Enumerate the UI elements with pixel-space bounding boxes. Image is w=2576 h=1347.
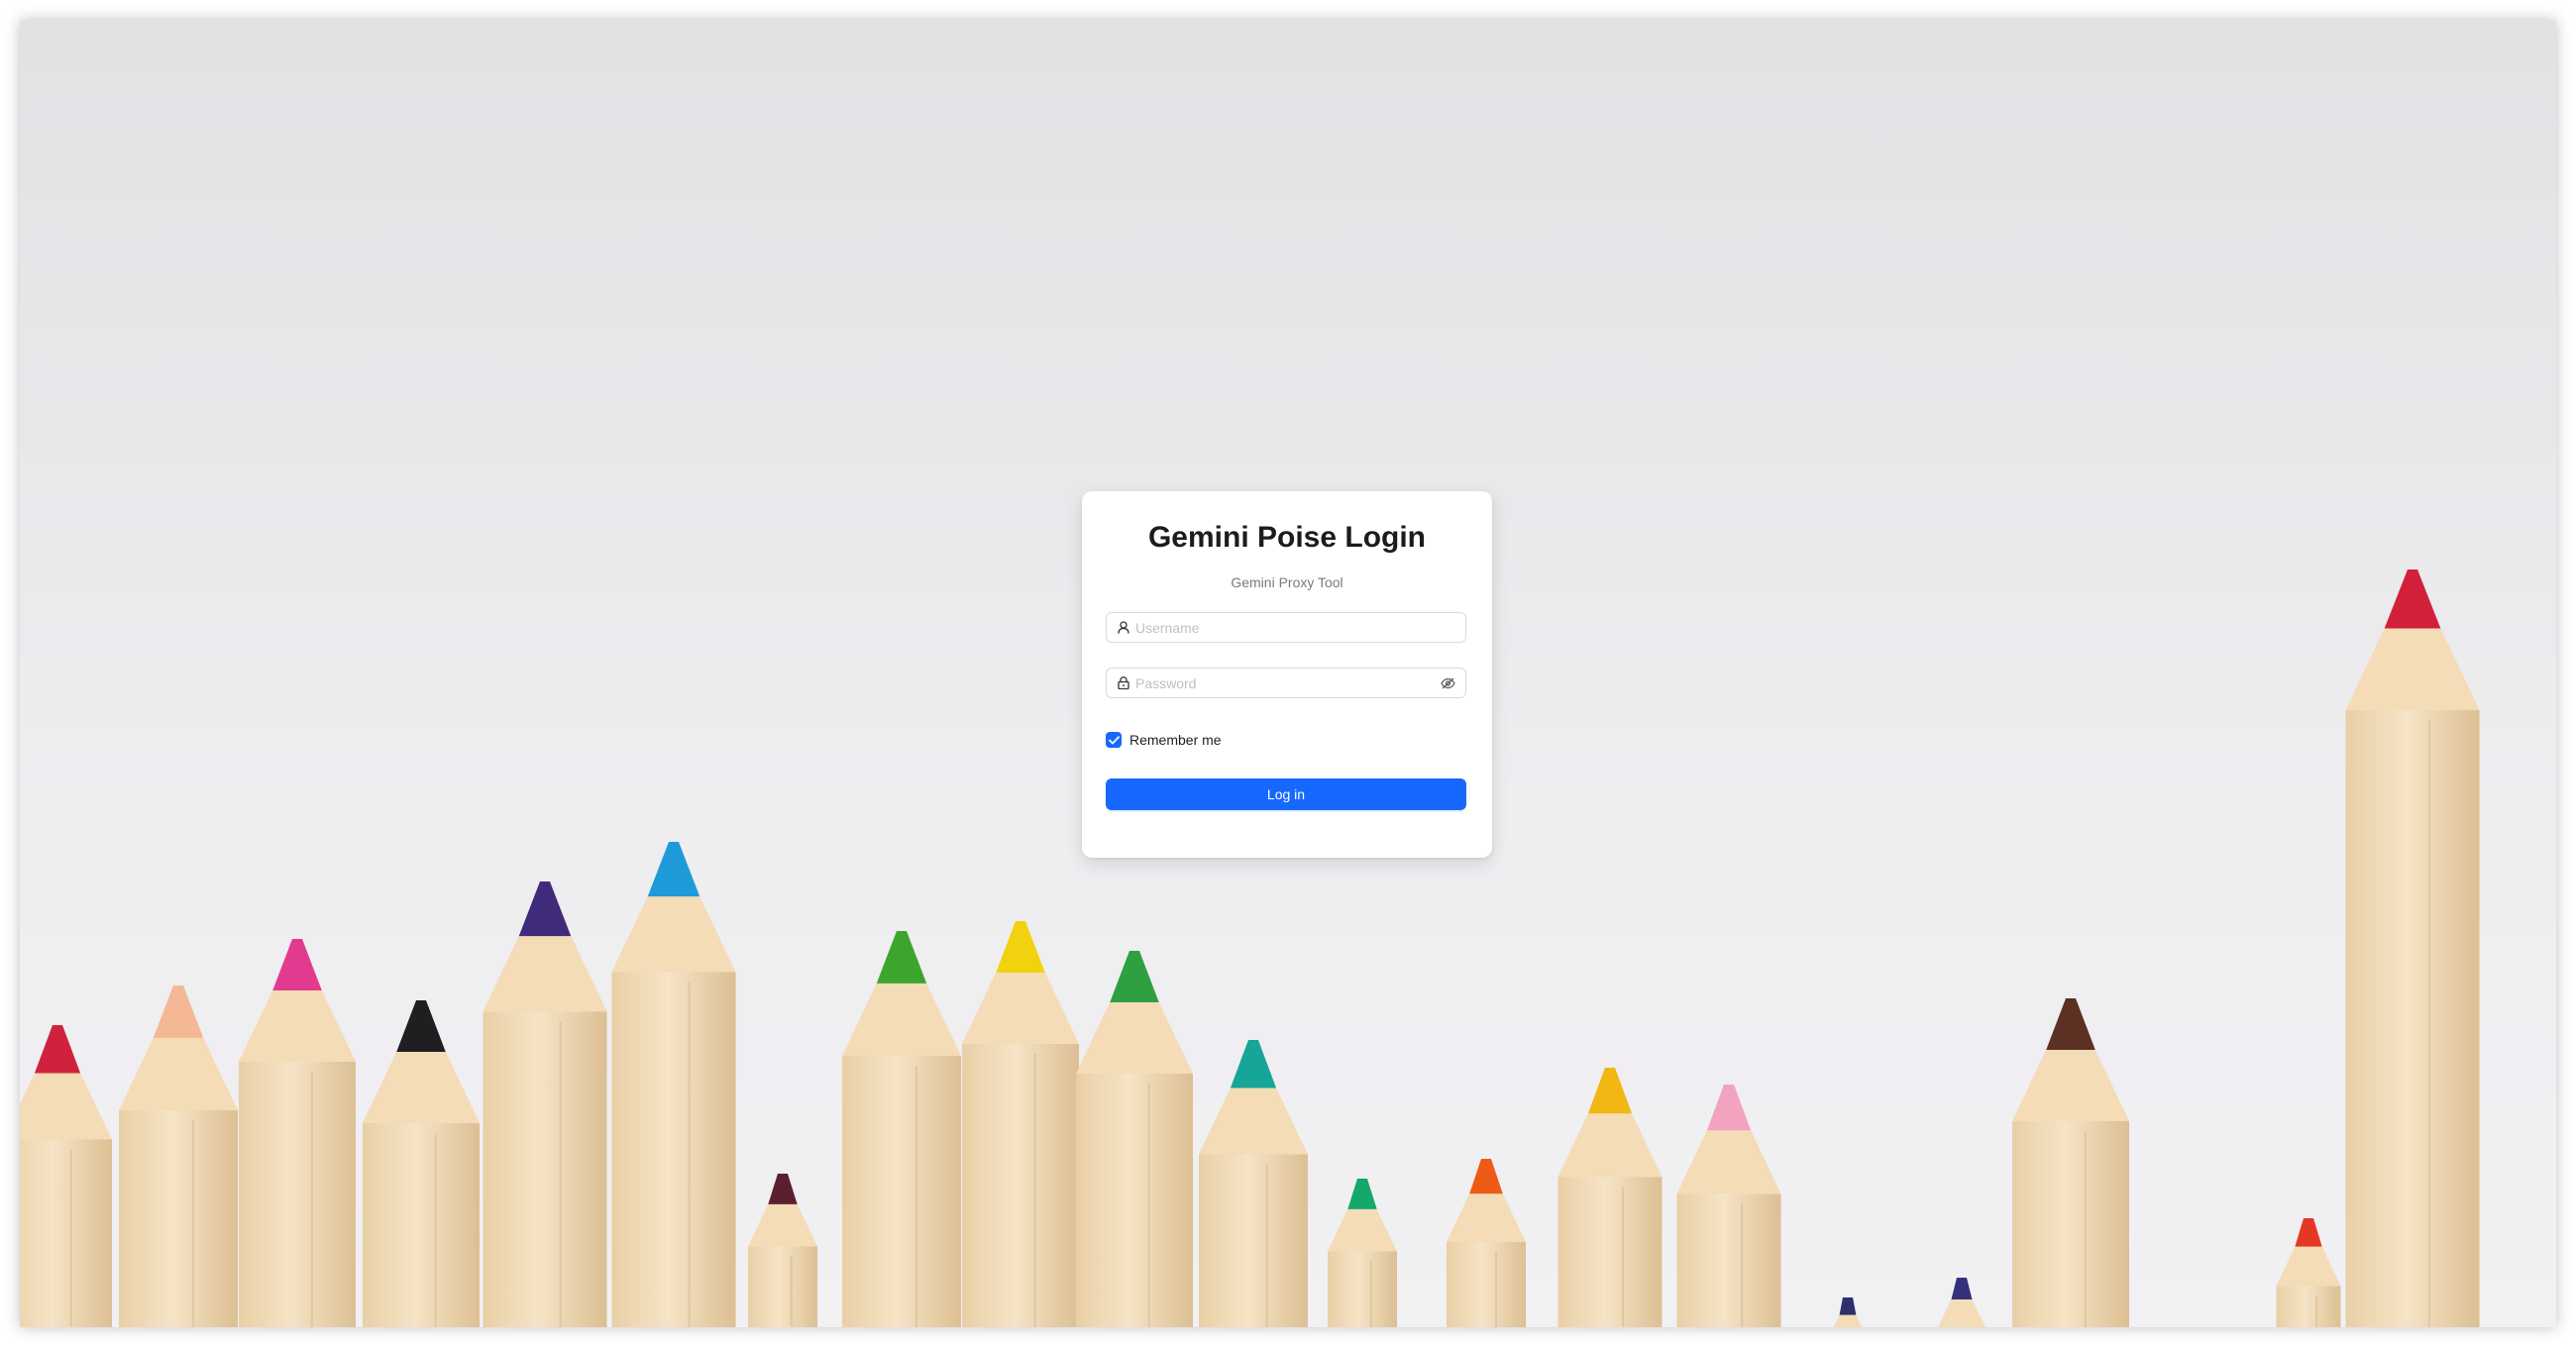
remember-me-label: Remember me <box>1129 732 1222 748</box>
login-card: Gemini Poise Login Gemini Proxy Tool Use… <box>1082 491 1492 858</box>
pencil <box>363 1000 480 1327</box>
pencil <box>1557 1068 1663 1327</box>
pencil <box>2012 998 2129 1327</box>
lock-icon <box>1117 676 1130 690</box>
pencil <box>962 921 1079 1327</box>
pencil <box>748 1174 817 1327</box>
check-icon <box>1108 735 1120 744</box>
pencil <box>1676 1085 1781 1327</box>
pencil <box>1938 1278 1986 1327</box>
pencil <box>20 1025 112 1327</box>
pencil <box>1328 1179 1397 1327</box>
username-field[interactable] <box>1106 612 1466 643</box>
pencil <box>1447 1159 1526 1327</box>
password-input[interactable] <box>1135 672 1440 694</box>
login-title: Gemini Poise Login <box>1147 521 1427 554</box>
pencil <box>2345 570 2480 1327</box>
app-window: Gemini Poise Login Gemini Proxy Tool Use… <box>20 20 2556 1327</box>
pencil <box>239 939 356 1327</box>
pencil <box>1833 1297 1863 1327</box>
remember-me-checkbox-row[interactable]: Remember me <box>1106 732 1222 748</box>
login-button[interactable]: Log in <box>1106 778 1466 810</box>
pencil <box>1199 1040 1308 1327</box>
user-icon <box>1117 621 1130 635</box>
pencil <box>2276 1218 2341 1327</box>
pencil <box>483 881 607 1327</box>
password-field[interactable] <box>1106 668 1466 698</box>
pencil <box>842 931 961 1327</box>
remember-me-checkbox[interactable] <box>1106 732 1122 748</box>
login-subtitle: Gemini Proxy Tool <box>1231 574 1343 590</box>
pencil <box>611 842 736 1327</box>
username-input[interactable] <box>1135 616 1455 639</box>
pencil <box>1076 951 1193 1327</box>
pencil <box>119 985 238 1327</box>
eye-invisible-icon[interactable] <box>1440 676 1455 690</box>
